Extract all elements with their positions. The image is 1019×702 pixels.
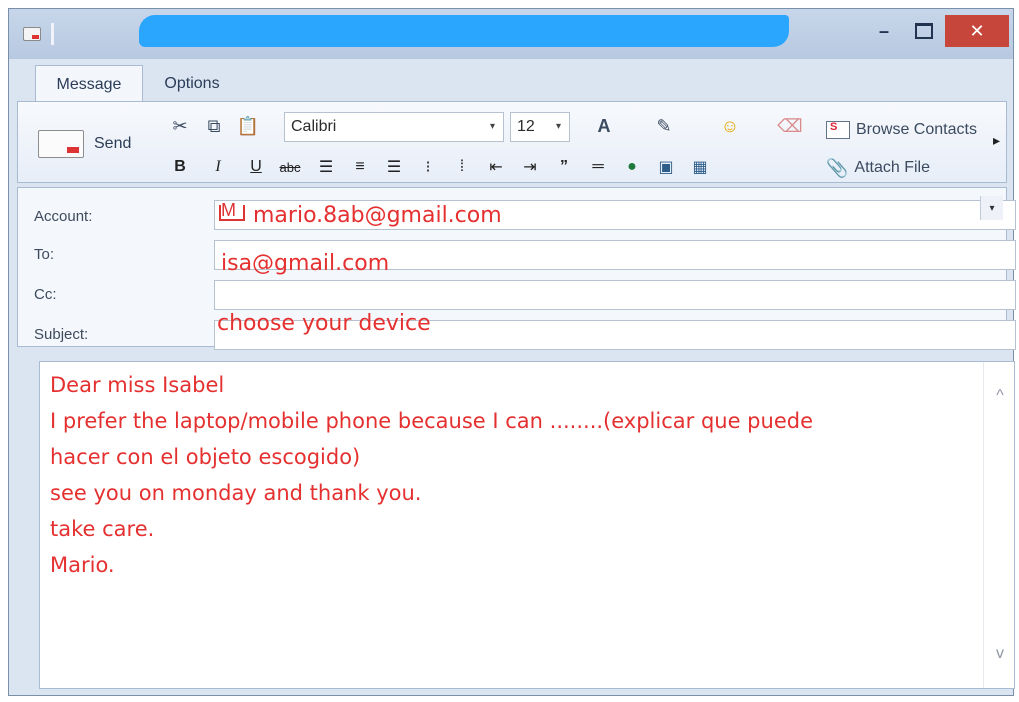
- minimize-button[interactable]: –: [865, 15, 903, 47]
- picture-icon[interactable]: ▦: [688, 155, 712, 179]
- title-separator: [51, 23, 54, 45]
- subject-label: Subject:: [34, 325, 89, 343]
- chevron-down-icon: ▾: [555, 121, 561, 132]
- font-family-value: Calibri: [291, 118, 337, 135]
- paste-icon[interactable]: 📋: [236, 114, 260, 138]
- link-icon[interactable]: ●: [620, 155, 644, 179]
- cc-input[interactable]: [214, 280, 1016, 310]
- tab-message[interactable]: Message: [35, 65, 143, 104]
- message-body[interactable]: Dear miss Isabel I prefer the laptop/mob…: [39, 361, 1015, 689]
- scroll-up-icon[interactable]: ^: [990, 386, 1010, 406]
- subject-value: choose your device: [217, 311, 431, 336]
- title-redaction: [139, 15, 789, 47]
- align-left-icon[interactable]: ☰: [314, 155, 338, 179]
- bullets-icon[interactable]: ⁝: [416, 155, 440, 179]
- paperclip-icon: 📎: [826, 157, 849, 178]
- ribbon-toolbar: Send ✂ ⧉ 📋 Calibri ▾ 12 ▾ A ✎ ☺ ⌫ B I U …: [17, 101, 1007, 183]
- horizontal-rule-icon[interactable]: ═: [586, 155, 610, 179]
- chevron-down-icon: ▾: [489, 121, 495, 132]
- message-body-text: Dear miss Isabel I prefer the laptop/mob…: [50, 373, 813, 577]
- eraser-icon[interactable]: ⌫: [777, 114, 802, 138]
- to-label: To:: [34, 245, 55, 263]
- tab-options[interactable]: Options: [157, 65, 227, 103]
- underline-button[interactable]: U: [244, 155, 268, 179]
- cc-label: Cc:: [34, 285, 57, 303]
- emoji-icon[interactable]: ☺: [718, 114, 742, 138]
- vertical-scrollbar[interactable]: ^ v: [983, 362, 1014, 688]
- numbering-icon[interactable]: ⁞: [450, 155, 474, 179]
- align-center-icon[interactable]: ≡: [348, 155, 372, 179]
- gmail-icon: [219, 200, 245, 221]
- title-bar: – ✕: [9, 9, 1013, 59]
- contacts-card-icon: [826, 121, 850, 139]
- send-button[interactable]: Send: [38, 124, 154, 164]
- bold-button[interactable]: B: [168, 155, 192, 179]
- font-size-value: 12: [517, 118, 535, 135]
- quote-icon[interactable]: ”: [552, 155, 576, 179]
- scroll-down-icon[interactable]: v: [990, 644, 1010, 664]
- indent-icon[interactable]: ⇥: [518, 155, 542, 179]
- attach-file-label: Attach File: [854, 159, 931, 176]
- send-label: Send: [94, 135, 132, 152]
- browse-contacts-button[interactable]: Browse Contacts: [826, 118, 977, 142]
- ribbon-overflow-icon[interactable]: ▸: [993, 132, 1000, 149]
- email-compose-window: – ✕ Message Options Send ✂ ⧉ 📋 Calibri ▾…: [8, 8, 1016, 696]
- maximize-button[interactable]: [905, 15, 943, 47]
- attach-file-button[interactable]: 📎 Attach File: [826, 156, 930, 180]
- font-size-select[interactable]: 12 ▾: [510, 112, 570, 142]
- image-icon[interactable]: ▣: [654, 155, 678, 179]
- message-header-panel: Account: To: Cc: Subject:: [17, 187, 1016, 350]
- strikethrough-button[interactable]: abc: [278, 155, 302, 179]
- to-value: isa@gmail.com: [221, 251, 390, 276]
- italic-button[interactable]: I: [206, 155, 230, 179]
- highlight-icon[interactable]: ✎: [652, 114, 676, 138]
- outdent-icon[interactable]: ⇤: [484, 155, 508, 179]
- copy-icon[interactable]: ⧉: [202, 114, 226, 138]
- font-color-icon[interactable]: A: [592, 114, 616, 138]
- app-icon: [23, 27, 41, 41]
- account-dropdown-button[interactable]: ▾: [980, 196, 1003, 220]
- account-label: Account:: [34, 207, 93, 225]
- maximize-icon: [915, 23, 933, 39]
- browse-contacts-label: Browse Contacts: [856, 121, 977, 138]
- account-value: mario.8ab@gmail.com: [253, 203, 502, 228]
- cut-icon[interactable]: ✂: [168, 114, 192, 138]
- font-family-select[interactable]: Calibri ▾: [284, 112, 504, 142]
- align-right-icon[interactable]: ☰: [382, 155, 406, 179]
- send-icon: [38, 130, 84, 158]
- close-button[interactable]: ✕: [945, 15, 1009, 47]
